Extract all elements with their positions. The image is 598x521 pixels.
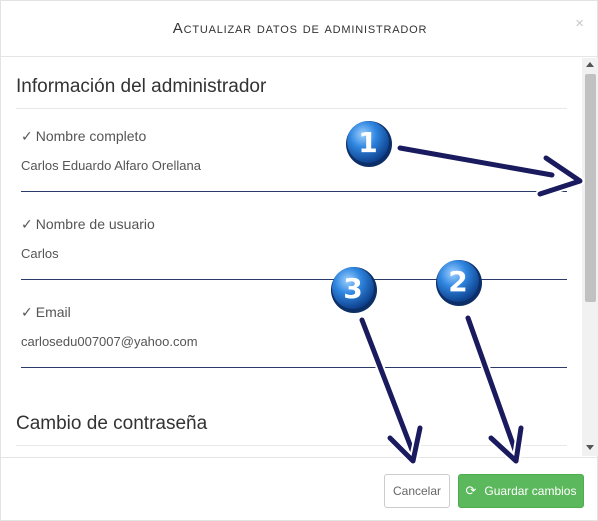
check-icon: ✓ bbox=[21, 216, 33, 232]
check-icon: ✓ bbox=[21, 128, 33, 144]
modal-title: Actualizar datos de administrador bbox=[172, 20, 428, 37]
field-label-text: Nombre completo bbox=[35, 128, 147, 144]
save-changes-button[interactable]: ⟳ Guardar cambios bbox=[458, 474, 584, 508]
modal-body[interactable]: Información del administrador ✓ Nombre co… bbox=[1, 58, 598, 456]
scroll-down-arrow-icon[interactable] bbox=[586, 445, 594, 450]
cancel-button[interactable]: Cancelar bbox=[384, 474, 450, 508]
update-admin-modal: Actualizar datos de administrador × Info… bbox=[0, 0, 598, 521]
vertical-scrollbar[interactable] bbox=[582, 58, 598, 456]
modal-header: Actualizar datos de administrador × bbox=[1, 1, 598, 57]
field-label-text: Nombre de usuario bbox=[35, 216, 155, 232]
email-field[interactable]: carlosedu007007@yahoo.com bbox=[21, 334, 567, 368]
section-title-admin-info: Información del administrador bbox=[16, 76, 567, 109]
refresh-icon: ⟳ bbox=[465, 483, 477, 498]
check-icon: ✓ bbox=[21, 304, 33, 320]
save-changes-label: Guardar cambios bbox=[484, 484, 577, 498]
close-icon[interactable]: × bbox=[575, 15, 584, 32]
scrollbar-thumb[interactable] bbox=[585, 74, 596, 302]
field-label-text: Email bbox=[35, 304, 71, 320]
field-label-full-name: ✓ Nombre completo bbox=[21, 128, 146, 145]
full-name-field[interactable]: Carlos Eduardo Alfaro Orellana bbox=[21, 158, 567, 192]
scroll-up-arrow-icon[interactable] bbox=[586, 62, 594, 67]
field-label-username: ✓ Nombre de usuario bbox=[21, 216, 155, 233]
modal-footer: Cancelar ⟳ Guardar cambios bbox=[1, 457, 598, 521]
section-title-password-change: Cambio de contraseña bbox=[16, 413, 567, 446]
field-label-email: ✓ Email bbox=[21, 304, 71, 321]
username-field[interactable]: Carlos bbox=[21, 246, 567, 280]
